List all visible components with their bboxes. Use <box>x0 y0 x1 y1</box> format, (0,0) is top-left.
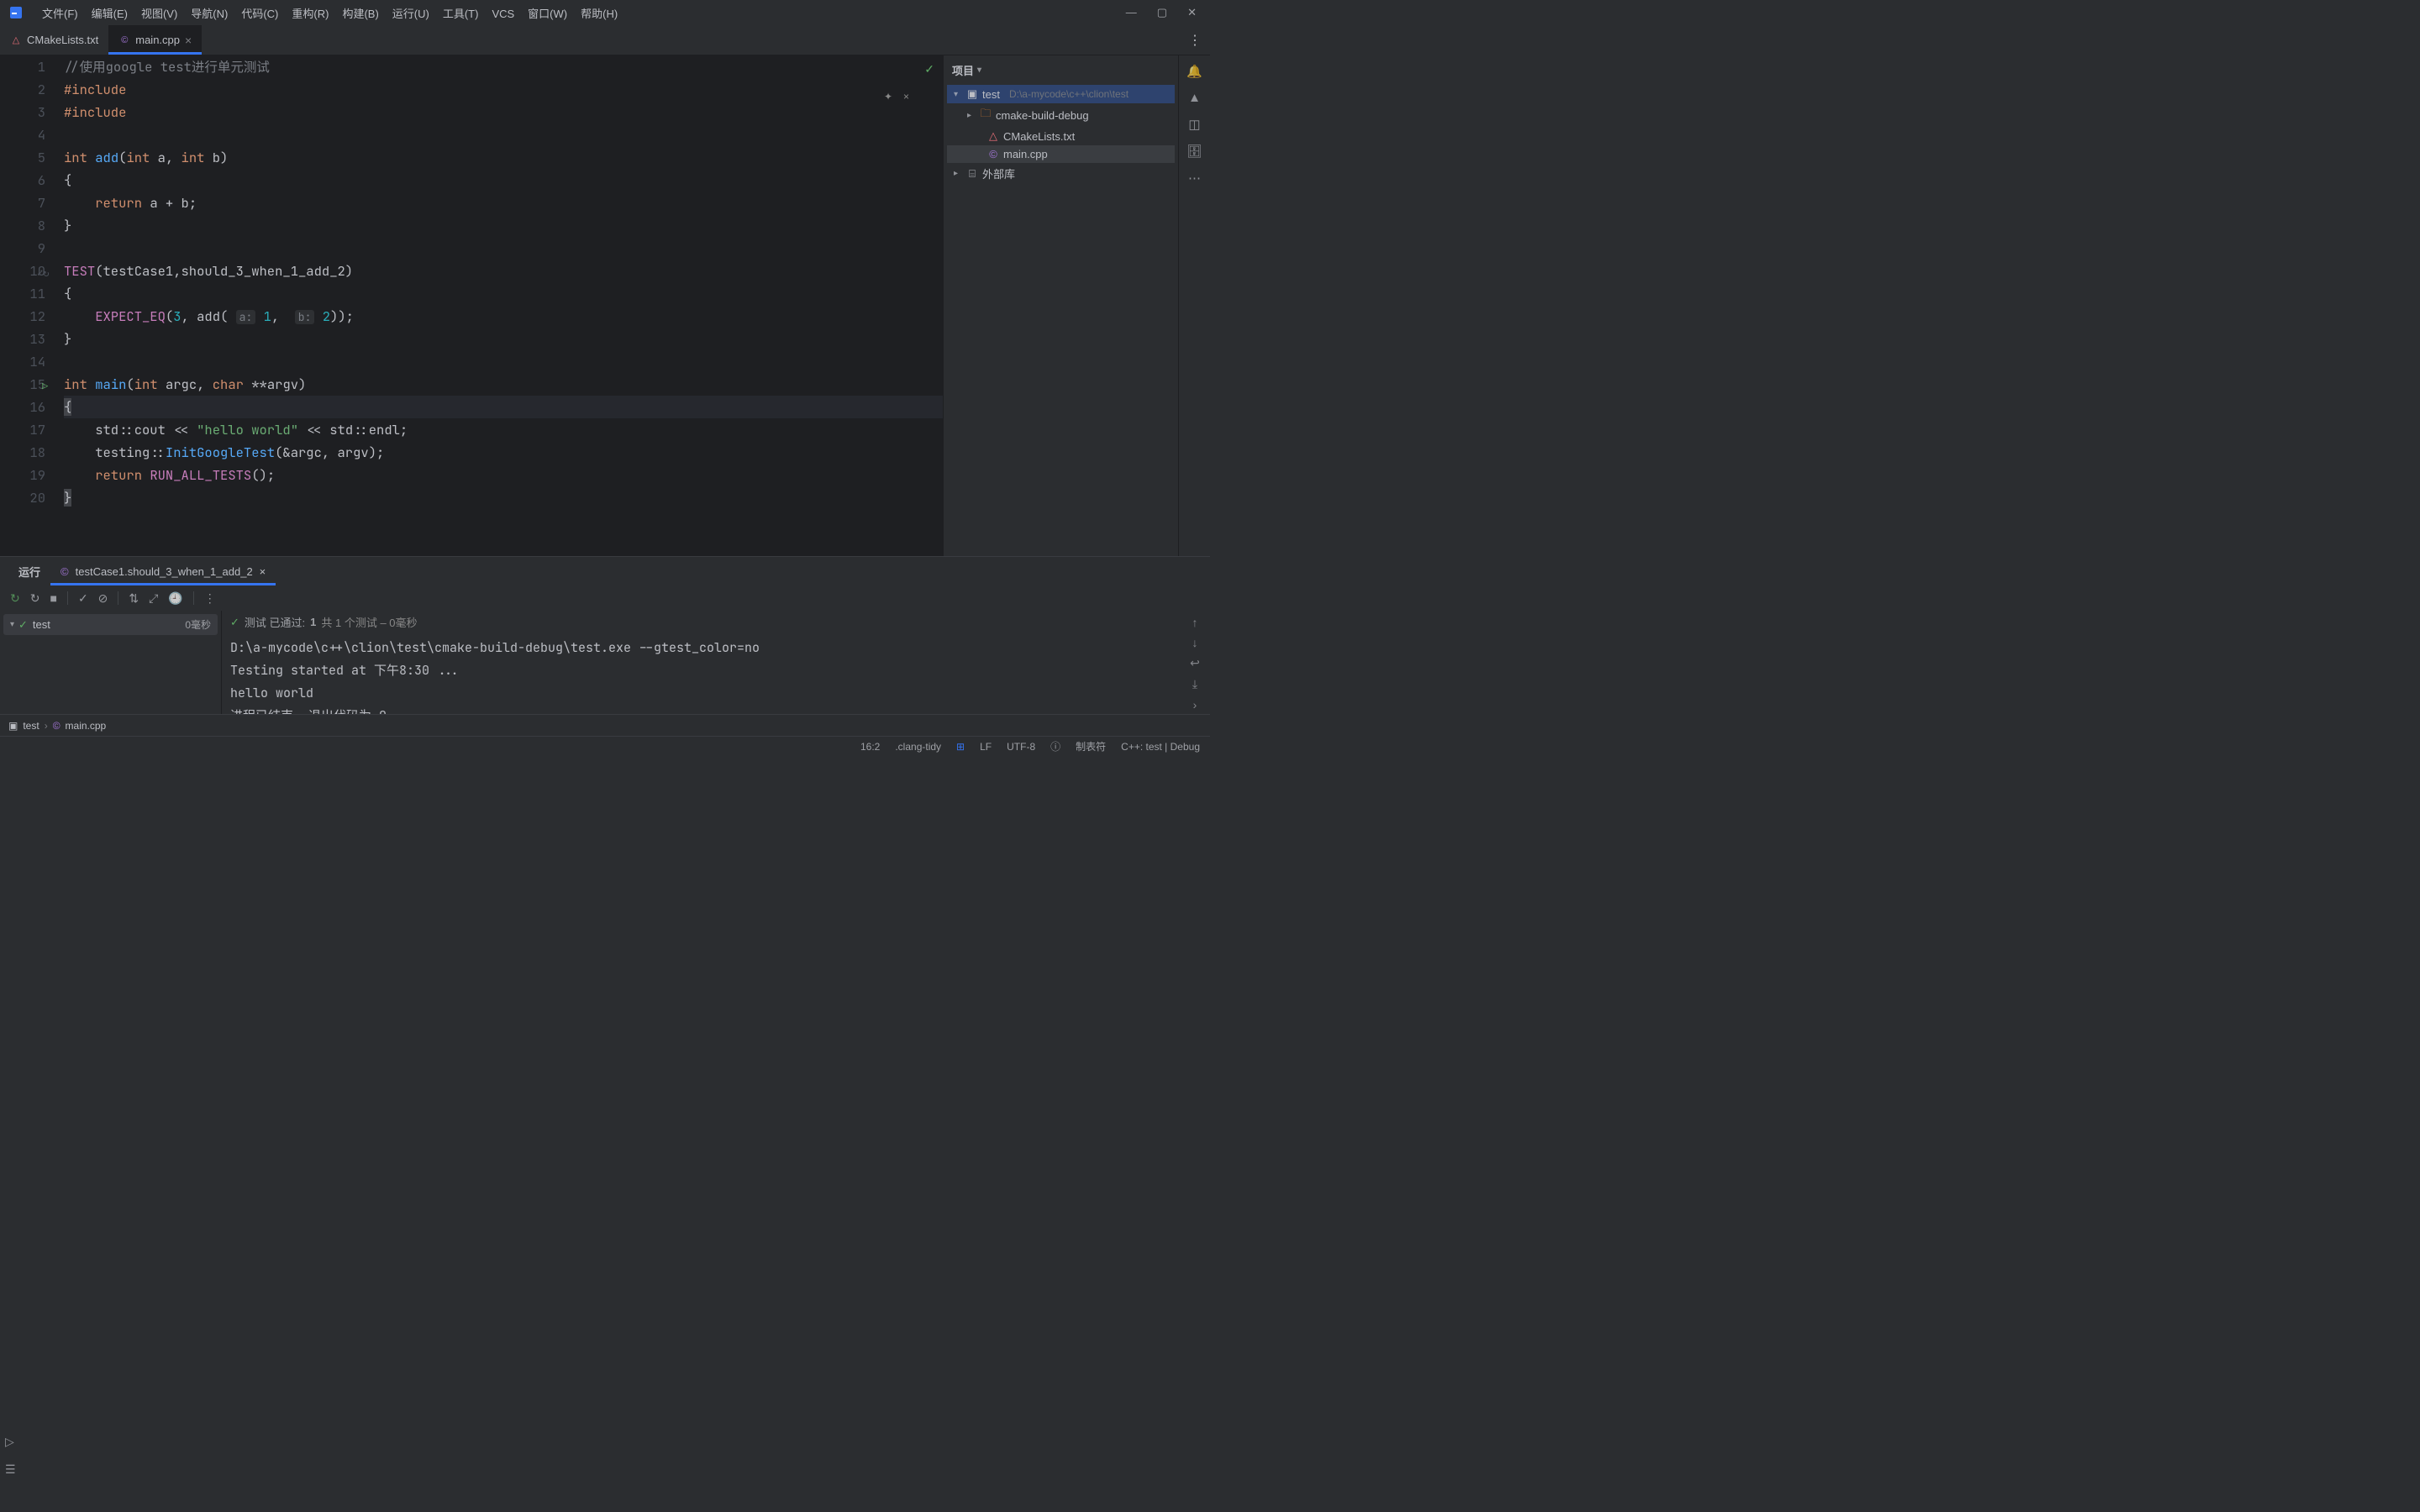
toggle-pass-icon[interactable]: ✓ <box>78 591 88 606</box>
tree-item-CMakeLists.txt[interactable]: △CMakeLists.txt <box>947 127 1175 145</box>
more-icon[interactable]: ⋯ <box>1188 171 1201 186</box>
sort-icon[interactable]: ⇅ <box>129 591 139 606</box>
window-maximize[interactable]: ▢ <box>1157 6 1167 19</box>
tree-external[interactable]: ▸⌸ 外部库 <box>947 163 1175 184</box>
menu-重构(R)[interactable]: 重构(R) <box>285 4 335 24</box>
menu-文件(F)[interactable]: 文件(F) <box>35 4 85 24</box>
encoding[interactable]: UTF-8 <box>1007 741 1035 753</box>
library-icon: ⌸ <box>966 167 978 181</box>
run-toolbar: ↻ ↻ ■ ✓ ⊘ ⇅ ⤢ 🕘 ⋮ <box>0 585 1210 611</box>
structure-icon[interactable]: ◫ <box>1188 117 1200 132</box>
up-icon[interactable]: ↑ <box>1192 616 1198 629</box>
caret-position[interactable]: 16:2 <box>860 741 880 753</box>
menu-工具(T)[interactable]: 工具(T) <box>436 4 486 24</box>
pass-icon: ✓ <box>18 618 28 632</box>
test-summary: ✓ 测试 已通过: 1 共 1 个测试 – 0毫秒 <box>222 611 1180 633</box>
statusbar: 16:2 .clang-tidy ⊞ LF UTF-8 ⓘ 制表符 C++: t… <box>0 736 1210 756</box>
menu-编辑(E)[interactable]: 编辑(E) <box>85 4 134 24</box>
wrap-icon[interactable]: ↩ <box>1190 656 1200 670</box>
menu-运行(U)[interactable]: 运行(U) <box>386 4 436 24</box>
module-icon: ▣ <box>966 87 978 101</box>
axis-icon: ✦ <box>884 91 892 102</box>
console-output[interactable]: D:\a-mycode\c++\clion\test\cmake-build-d… <box>222 633 1180 714</box>
rerun-failed-icon[interactable]: ↻ <box>30 591 40 606</box>
scroll-icon[interactable]: ⤓ <box>1192 677 1197 691</box>
code-area[interactable]: //使用google test进行单元测试#include #include i… <box>60 55 943 556</box>
menu-窗口(W)[interactable]: 窗口(W) <box>521 4 574 24</box>
chevron-right-icon[interactable]: › <box>1193 698 1197 711</box>
breadcrumb[interactable]: ▣ test › © main.cpp <box>0 714 1210 736</box>
close-icon[interactable]: × <box>185 34 192 47</box>
menu-导航(N)[interactable]: 导航(N) <box>184 4 234 24</box>
rerun-icon[interactable]: ↻ <box>10 591 20 606</box>
window-close[interactable]: ✕ <box>1187 6 1197 19</box>
overlay-close-icon[interactable]: × <box>903 91 909 102</box>
ms-icon: ⊞ <box>956 741 965 753</box>
database-icon[interactable]: 🗄 <box>1186 144 1202 159</box>
window-minimize[interactable]: — <box>1126 6 1137 19</box>
test-icon: © <box>60 565 69 578</box>
history-icon[interactable]: 🕘 <box>168 591 182 606</box>
toggle-ignore-icon[interactable]: ⊘ <box>98 591 108 606</box>
line-sep[interactable]: LF <box>980 741 992 753</box>
test-tree-node[interactable]: ▾ ✓ test 0毫秒 <box>3 614 218 635</box>
run-rail-icon[interactable]: ▷ <box>5 1435 16 1449</box>
chevron-down-icon[interactable]: ▾ <box>977 66 986 75</box>
file-icon: △ <box>10 34 22 46</box>
stop-icon[interactable]: ■ <box>50 591 56 605</box>
menu-代码(C)[interactable]: 代码(C) <box>234 4 285 24</box>
gutter[interactable]: 12345678910✓↻1112131415▷1617181920 <box>0 55 60 556</box>
right-tool-rail: 🔔 ▲ ◫ 🗄 ⋯ <box>1178 55 1210 556</box>
file-icon: © <box>53 720 60 732</box>
project-panel-title: 项目 <box>952 62 974 78</box>
tree-item-main.cpp[interactable]: ©main.cpp <box>947 145 1175 163</box>
menu-视图(V)[interactable]: 视图(V) <box>134 4 184 24</box>
run-config[interactable]: C++: test | Debug <box>1121 741 1200 753</box>
file-icon: © <box>118 34 130 46</box>
tab-kebab-icon[interactable]: ⋮ <box>1188 32 1202 49</box>
tree-root[interactable]: ▾▣ testD:\a-mycode\c++\clion\test <box>947 85 1175 103</box>
readonly-icon[interactable]: ⓘ <box>1050 739 1060 753</box>
menu-构建(B)[interactable]: 构建(B) <box>335 4 385 24</box>
tree-item-cmake-build-debug[interactable]: ▸🗀cmake-build-debug <box>947 103 1175 127</box>
module-icon: ▣ <box>8 720 18 732</box>
expand-icon[interactable]: ⤢ <box>149 591 158 606</box>
run-toolwindow: 运行 © testCase1.should_3_when_1_add_2 × ↻… <box>0 556 1210 714</box>
down-icon[interactable]: ↓ <box>1192 636 1198 649</box>
project-panel: 项目▾ ▾▣ testD:\a-mycode\c++\clion\test ▸🗀… <box>943 55 1178 556</box>
menu-VCS[interactable]: VCS <box>485 4 521 24</box>
structure-rail-icon[interactable]: ☰ <box>5 1462 16 1477</box>
cmake-tool-icon[interactable]: ▲ <box>1188 91 1201 105</box>
clang-tidy[interactable]: .clang-tidy <box>895 741 941 753</box>
pass-icon: ✓ <box>230 616 239 629</box>
menu-帮助(H)[interactable]: 帮助(H) <box>574 4 624 24</box>
notifications-icon[interactable]: 🔔 <box>1186 64 1202 79</box>
indent[interactable]: 制表符 <box>1076 739 1106 753</box>
tab-CMakeLists.txt[interactable]: △CMakeLists.txt <box>0 25 108 55</box>
editor-tabs: △CMakeLists.txt©main.cpp× ⋮ <box>0 25 1210 55</box>
run-title: 运行 <box>18 564 40 580</box>
menubar: 文件(F)编辑(E)视图(V)导航(N)代码(C)重构(R)构建(B)运行(U)… <box>0 0 1210 25</box>
inspection-ok-icon[interactable]: ✓ <box>924 62 934 76</box>
app-logo <box>7 3 25 22</box>
run-kebab-icon[interactable]: ⋮ <box>204 591 216 606</box>
editor[interactable]: ✓ ✦ × 12345678910✓↻1112131415▷1617181920… <box>0 55 943 556</box>
close-icon[interactable]: × <box>260 565 266 578</box>
run-config-tab[interactable]: © testCase1.should_3_when_1_add_2 × <box>50 557 276 585</box>
tab-main.cpp[interactable]: ©main.cpp× <box>108 25 202 55</box>
